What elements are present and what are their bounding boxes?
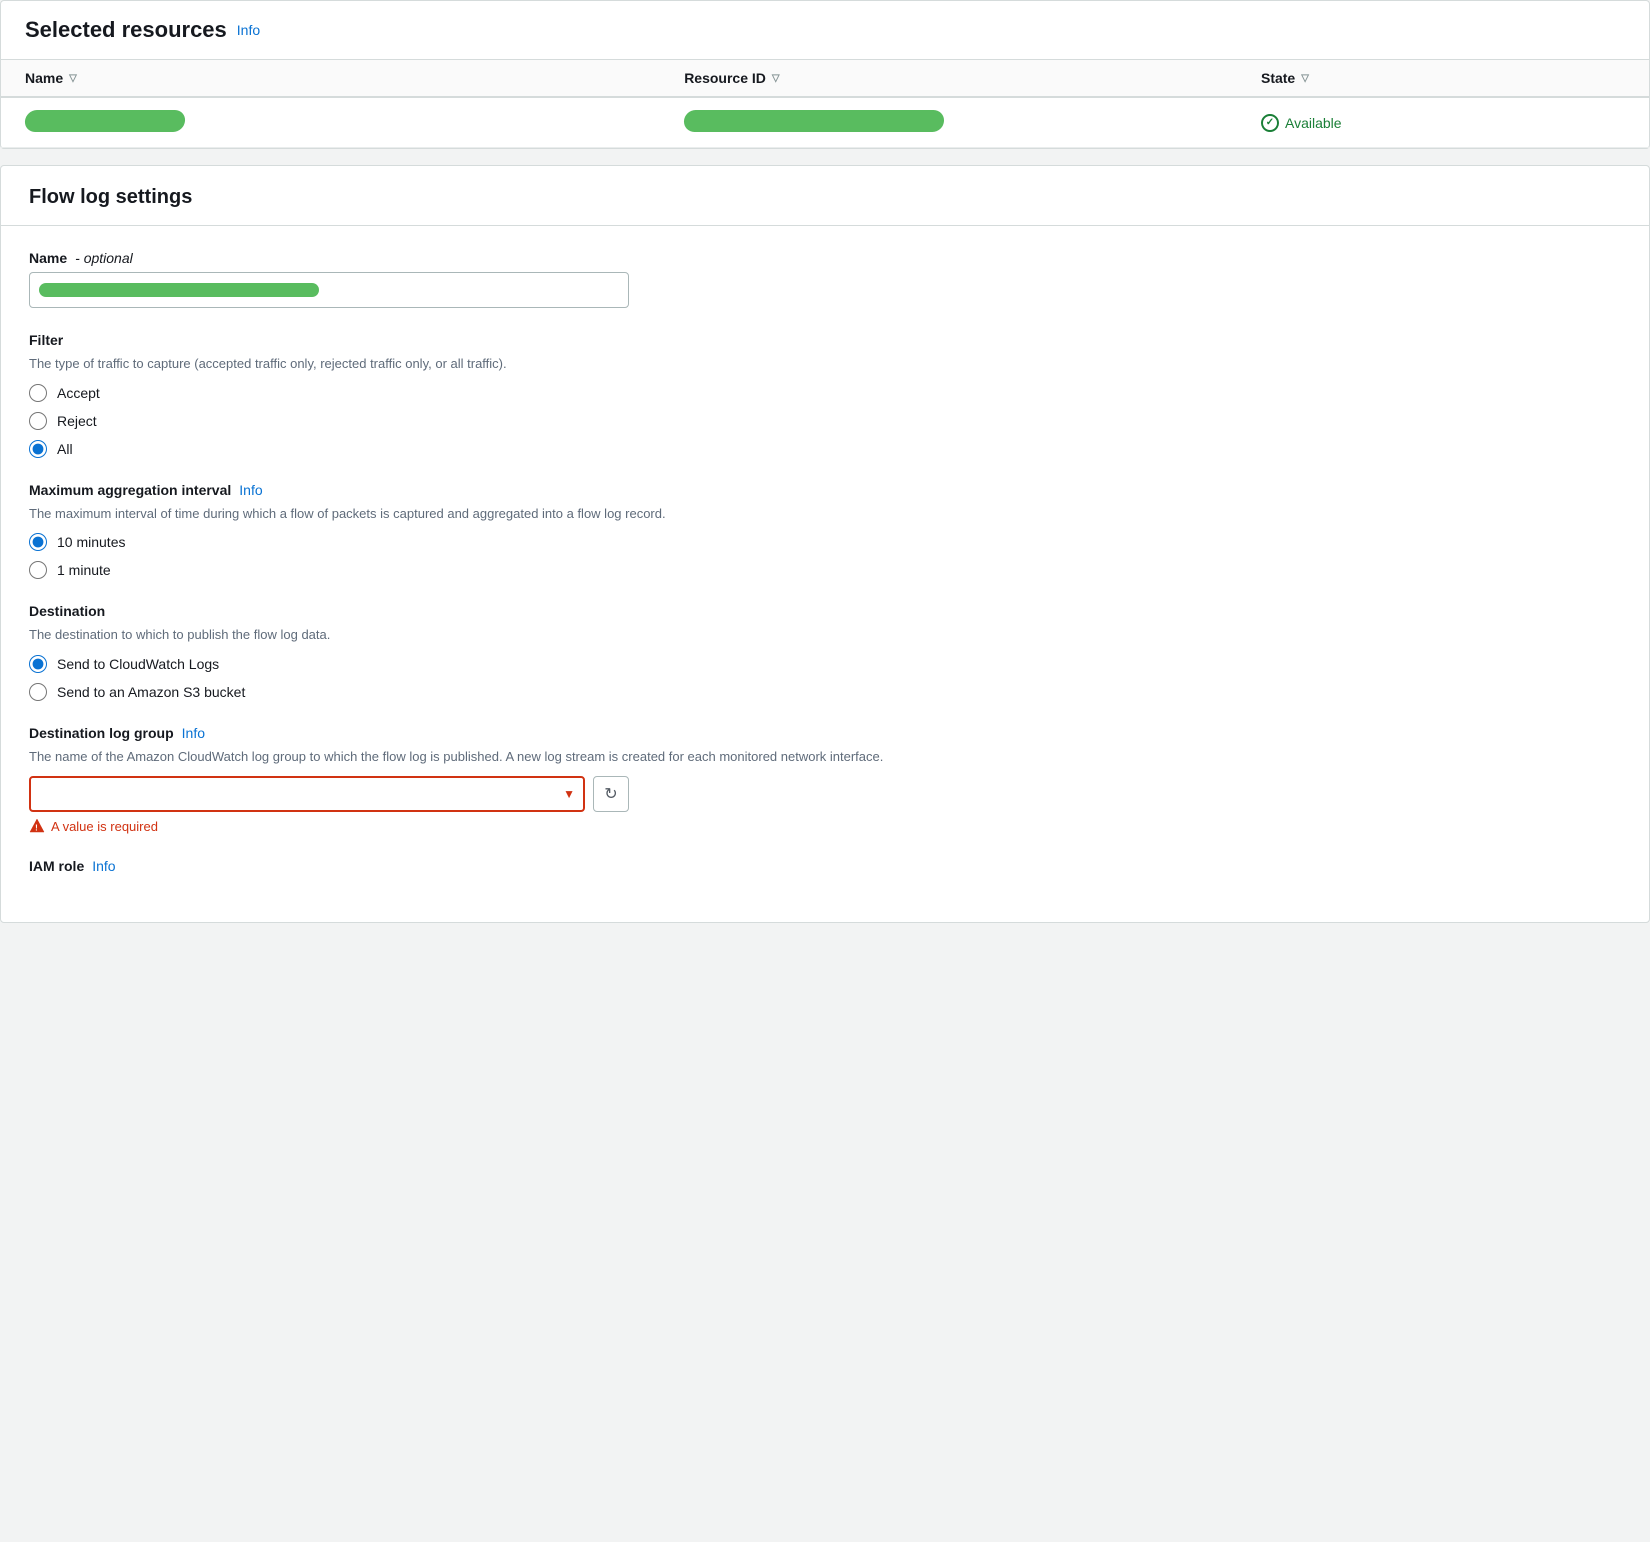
max-aggregation-info-link[interactable]: Info <box>239 482 262 498</box>
destination-label: Destination <box>29 603 1621 619</box>
filter-label: Filter <box>29 332 1621 348</box>
filter-accept-option[interactable]: Accept <box>29 384 1621 402</box>
redacted-resource-id-blob <box>684 110 945 132</box>
destination-log-group-info-link[interactable]: Info <box>182 725 205 741</box>
resources-table: Name ▽ Resource ID ▽ State ▽ <box>1 60 1649 148</box>
filter-form-group: Filter The type of traffic to capture (a… <box>29 332 1621 458</box>
destination-s3-option[interactable]: Send to an Amazon S3 bucket <box>29 683 1621 701</box>
destination-form-group: Destination The destination to which to … <box>29 603 1621 701</box>
iam-role-form-group: IAM role Info <box>29 858 1621 874</box>
destination-log-group-label: Destination log group Info <box>29 725 1621 741</box>
refresh-button[interactable]: ↻ <box>593 776 629 812</box>
destination-radio-group: Send to CloudWatch Logs Send to an Amazo… <box>29 655 1621 701</box>
max-aggregation-radio-group: 10 minutes 1 minute <box>29 533 1621 579</box>
sort-icon-resource-id: ▽ <box>772 73 780 84</box>
redacted-name-blob <box>24 110 186 132</box>
state-text: Available <box>1285 115 1342 131</box>
warning-icon: ! <box>29 818 45 834</box>
max-aggregation-description: The maximum interval of time during whic… <box>29 504 1621 524</box>
col-header-resource-id: Resource ID ▽ <box>660 60 1237 97</box>
table-header-row: Name ▽ Resource ID ▽ State ▽ <box>1 60 1649 97</box>
interval-1min-radio[interactable] <box>29 561 47 579</box>
filter-reject-radio[interactable] <box>29 412 47 430</box>
destination-log-group-description: The name of the Amazon CloudWatch log gr… <box>29 747 1621 767</box>
filter-radio-group: Accept Reject All <box>29 384 1621 458</box>
interval-10min-option[interactable]: 10 minutes <box>29 533 1621 551</box>
error-text: A value is required <box>51 819 158 834</box>
name-form-group: Name - optional <box>29 250 1621 308</box>
filter-all-option[interactable]: All <box>29 440 1621 458</box>
section-header: Selected resources Info <box>1 1 1649 60</box>
name-label: Name - optional <box>29 250 1621 266</box>
form-body: Name - optional Filter The type of traff… <box>1 226 1649 922</box>
sort-icon-state: ▽ <box>1301 73 1309 84</box>
cell-resource-id <box>660 97 1237 148</box>
redacted-name-input-blob <box>39 283 319 297</box>
destination-log-group-error: ! A value is required <box>29 818 1621 834</box>
flow-log-title: Flow log settings <box>29 186 1621 209</box>
interval-10min-radio[interactable] <box>29 533 47 551</box>
table-row: Available <box>1 97 1649 148</box>
filter-all-radio[interactable] <box>29 440 47 458</box>
cell-state: Available <box>1237 97 1649 148</box>
col-header-state: State ▽ <box>1237 60 1649 97</box>
name-optional-label: - optional <box>75 250 133 266</box>
destination-log-group-form-group: Destination log group Info The name of t… <box>29 725 1621 835</box>
svg-text:!: ! <box>35 824 38 833</box>
destination-s3-radio[interactable] <box>29 683 47 701</box>
destination-cloudwatch-option[interactable]: Send to CloudWatch Logs <box>29 655 1621 673</box>
state-available-indicator: Available <box>1261 114 1625 132</box>
destination-log-group-dropdown-container: ▼ <box>29 776 585 812</box>
sort-icon-name: ▽ <box>69 73 77 84</box>
iam-role-label: IAM role Info <box>29 858 1621 874</box>
filter-accept-radio[interactable] <box>29 384 47 402</box>
max-aggregation-form-group: Maximum aggregation interval Info The ma… <box>29 482 1621 580</box>
selected-resources-title: Selected resources <box>25 17 227 43</box>
filter-reject-option[interactable]: Reject <box>29 412 1621 430</box>
max-aggregation-label: Maximum aggregation interval Info <box>29 482 1621 498</box>
col-header-name: Name ▽ <box>1 60 660 97</box>
name-input-wrapper <box>29 272 629 308</box>
destination-log-group-dropdown-wrapper: ▼ ↻ <box>29 776 629 812</box>
filter-description: The type of traffic to capture (accepted… <box>29 354 1621 374</box>
page-wrapper: Selected resources Info Name ▽ Resource … <box>0 0 1650 923</box>
available-check-icon <box>1261 114 1279 132</box>
cell-name <box>1 97 660 148</box>
destination-description: The destination to which to publish the … <box>29 625 1621 645</box>
selected-resources-info-link[interactable]: Info <box>237 22 260 38</box>
iam-role-info-link[interactable]: Info <box>92 858 115 874</box>
refresh-icon: ↻ <box>604 784 617 804</box>
selected-resources-section: Selected resources Info Name ▽ Resource … <box>0 0 1650 149</box>
flow-log-section: Flow log settings Name - optional <box>0 165 1650 923</box>
destination-cloudwatch-radio[interactable] <box>29 655 47 673</box>
interval-1min-option[interactable]: 1 minute <box>29 561 1621 579</box>
destination-log-group-select[interactable] <box>29 776 585 812</box>
flow-log-header: Flow log settings <box>1 166 1649 226</box>
